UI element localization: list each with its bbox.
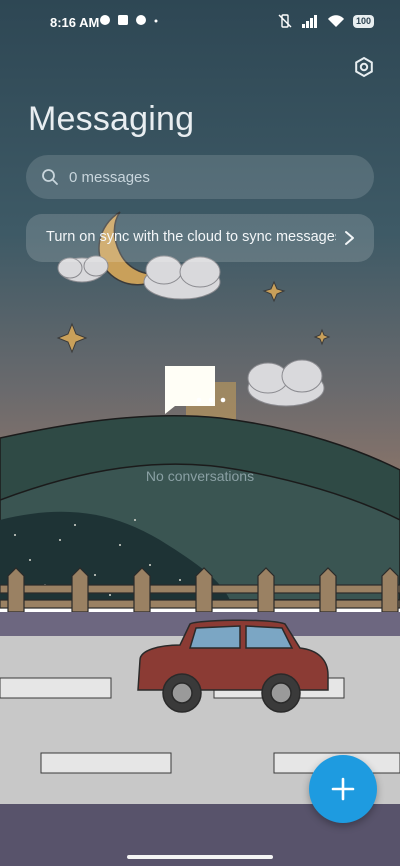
- battery-icon: 100: [352, 14, 374, 28]
- new-message-button[interactable]: [309, 755, 377, 823]
- system-icons: 100: [277, 13, 374, 29]
- chevron-right-icon: [345, 231, 354, 245]
- notification-icon: [100, 15, 110, 25]
- status-time: 8:16 AM: [50, 15, 100, 30]
- sync-banner-text: Turn on sync with the cloud to sync mess…: [46, 229, 336, 245]
- notification-icons: [99, 14, 159, 26]
- plus-icon: [331, 777, 355, 801]
- search-bar[interactable]: 0 messages: [26, 155, 374, 199]
- more-dot-icon: [154, 19, 158, 23]
- empty-state-text: No conversations: [145, 468, 255, 484]
- search-icon: [42, 169, 58, 185]
- status-bar: 8:16 AM 100: [0, 0, 400, 44]
- gear-icon: [355, 56, 373, 78]
- search-placeholder: 0 messages: [69, 168, 150, 186]
- page-title: Messaging: [28, 100, 195, 138]
- signal-icon: [301, 15, 317, 28]
- settings-button[interactable]: [350, 53, 378, 81]
- wifi-icon: [327, 15, 344, 27]
- notification-icon: [118, 15, 128, 25]
- home-indicator[interactable]: [127, 855, 273, 859]
- vibrate-mute-icon: [278, 14, 292, 28]
- sync-banner[interactable]: Turn on sync with the cloud to sync mess…: [26, 214, 374, 262]
- notification-icon: [136, 15, 146, 25]
